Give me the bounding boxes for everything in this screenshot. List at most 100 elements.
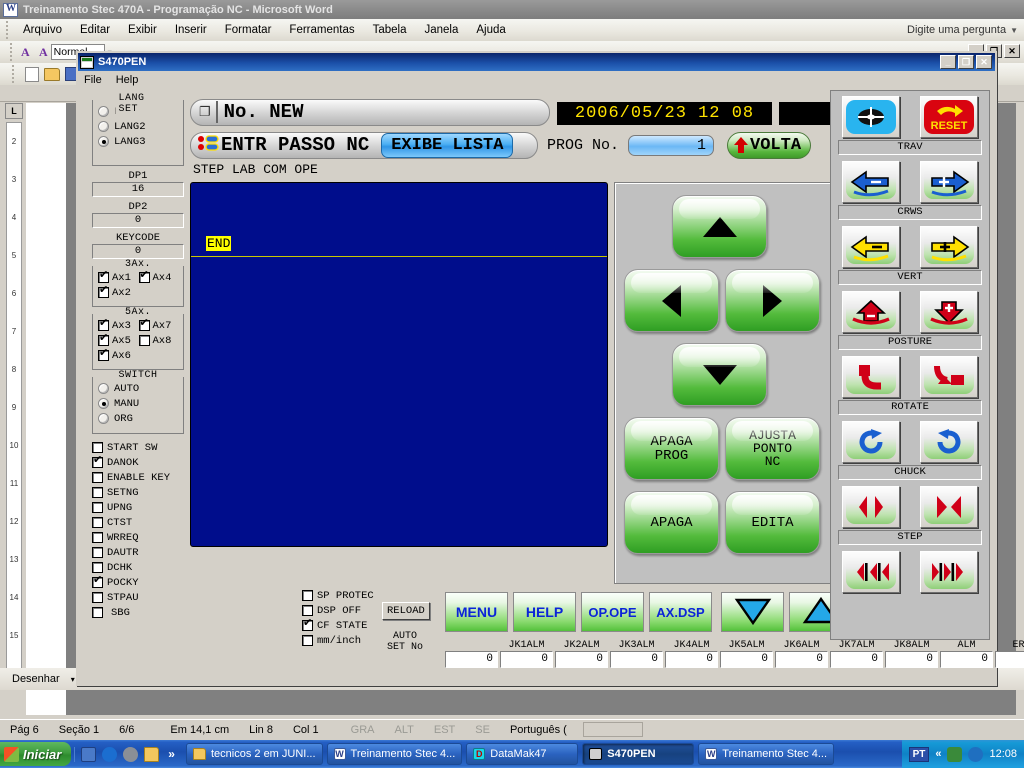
chuck-open-button[interactable]: [842, 486, 900, 528]
prog-name-field[interactable]: ❐ No. NEW: [190, 98, 550, 126]
radio-lang3-icon[interactable]: [98, 136, 109, 147]
checkbox-mm-inch[interactable]: mm/inch: [302, 633, 394, 648]
network-icon[interactable]: [947, 746, 963, 762]
vert-left-button[interactable]: [842, 226, 900, 268]
menu-ajuda[interactable]: Ajuda: [467, 22, 514, 38]
checkbox-dautr[interactable]: DAUTR: [92, 545, 184, 560]
rotate-right-button[interactable]: [920, 356, 978, 398]
radio-org[interactable]: ORG: [98, 411, 179, 426]
checkbox-danok-icon[interactable]: [92, 455, 103, 468]
posture-down-button[interactable]: [920, 291, 978, 333]
checkbox-ax7-icon[interactable]: [138, 318, 150, 331]
checkbox-ax8[interactable]: Ax8: [138, 333, 180, 348]
checkbox-sp-protec-icon[interactable]: [302, 590, 313, 601]
nav-up-button[interactable]: [672, 195, 767, 258]
checkbox-ax3-icon[interactable]: [98, 318, 109, 331]
checkbox-pocky[interactable]: POCKY: [92, 575, 184, 590]
internet-explorer-icon[interactable]: [102, 746, 118, 762]
help-button[interactable]: HELP: [513, 592, 576, 632]
program-line-row[interactable]: END: [206, 236, 232, 251]
start-button[interactable]: Iniciar: [0, 742, 72, 766]
checkbox-start-sw-icon[interactable]: [92, 442, 103, 453]
taskbar-item-datamak47[interactable]: D DataMak47: [466, 743, 579, 765]
taskbar-item-s470pen[interactable]: S470PEN: [582, 743, 695, 765]
show-desktop-icon[interactable]: [81, 746, 97, 762]
checkbox-ax8-icon[interactable]: [138, 335, 150, 346]
chuck-close-button[interactable]: [920, 486, 978, 528]
new-document-icon[interactable]: [25, 66, 39, 82]
language-indicator[interactable]: PT: [908, 746, 930, 762]
ax-dsp-button[interactable]: AX.DSP: [649, 592, 712, 632]
ajusta-ponto-nc-button[interactable]: AJUSTA PONTO NC: [725, 417, 820, 480]
checkbox-enable-key[interactable]: ENABLE KEY: [92, 470, 184, 485]
status-language[interactable]: Português (: [500, 724, 577, 736]
checkbox-dsp-off[interactable]: DSP OFF: [302, 603, 394, 618]
antivirus-icon[interactable]: [968, 746, 984, 762]
alarm-value[interactable]: 0: [610, 651, 663, 668]
checkbox-ax5-icon[interactable]: [98, 333, 109, 346]
nav-right-button[interactable]: [725, 269, 820, 332]
checkbox-ax2[interactable]: Ax2: [98, 285, 139, 300]
media-player-icon[interactable]: [123, 746, 139, 762]
scroll-down-button[interactable]: [721, 592, 784, 632]
checkbox-dautr-icon[interactable]: [92, 547, 103, 558]
checkbox-wrreq-icon[interactable]: [92, 532, 103, 543]
radio-lang2-icon[interactable]: [98, 121, 109, 132]
menu-inserir[interactable]: Inserir: [166, 22, 216, 38]
menubar-grip[interactable]: [3, 21, 11, 39]
posture-up-button[interactable]: [842, 291, 900, 333]
tray-clock[interactable]: 12:08: [989, 748, 1017, 760]
checkbox-ax6[interactable]: Ax6: [98, 348, 139, 363]
radio-manu[interactable]: MANU: [98, 396, 179, 411]
radio-manu-icon[interactable]: [98, 398, 109, 409]
radio-lang3[interactable]: LANG3: [98, 134, 179, 149]
ask-dropdown-icon[interactable]: ▼: [1010, 26, 1018, 35]
apaga-prog-button[interactable]: APAGA PROG: [624, 417, 719, 480]
status-se[interactable]: SE: [465, 724, 500, 736]
checkbox-ax3[interactable]: Ax3: [98, 318, 139, 333]
trav-left-button[interactable]: [842, 96, 900, 138]
checkbox-wrreq[interactable]: WRREQ: [92, 530, 184, 545]
checkbox-setng-icon[interactable]: [92, 487, 103, 498]
vert-right-button[interactable]: [920, 226, 978, 268]
tab-stop-selector[interactable]: L: [5, 103, 23, 119]
alarm-value[interactable]: 0: [995, 651, 1024, 668]
checkbox-start-sw[interactable]: START SW: [92, 440, 184, 455]
checkbox-sbg[interactable]: SBG: [92, 605, 184, 620]
checkbox-sp-protec[interactable]: SP PROTEC: [302, 588, 394, 603]
taskbar-item-tecnicos[interactable]: tecnicos 2 em JUNI...: [185, 743, 323, 765]
checkbox-ctst[interactable]: CTST: [92, 515, 184, 530]
checkbox-dchk[interactable]: DCHK: [92, 560, 184, 575]
checkbox-dsp-off-icon[interactable]: [302, 605, 313, 616]
alarm-value[interactable]: 0: [665, 651, 718, 668]
toolbar-grip[interactable]: [7, 43, 15, 61]
checkbox-sbg-icon[interactable]: [92, 607, 103, 618]
alarm-value[interactable]: 0: [500, 651, 553, 668]
dp2-value[interactable]: 0: [92, 213, 184, 228]
menu-exibir[interactable]: Exibir: [119, 22, 166, 38]
nav-down-button[interactable]: [672, 343, 767, 406]
taskbar-item-word-2[interactable]: W Treinamento Stec 4...: [698, 743, 835, 765]
program-display[interactable]: END: [190, 182, 608, 547]
taskbar-item-word-1[interactable]: W Treinamento Stec 4...: [326, 743, 463, 765]
checkbox-upng[interactable]: UPNG: [92, 500, 184, 515]
radio-lang2[interactable]: LANG2: [98, 119, 179, 134]
menu-button[interactable]: MENU: [445, 592, 508, 632]
checkbox-ax7[interactable]: Ax7: [138, 318, 180, 333]
checkbox-ax6-icon[interactable]: [98, 348, 109, 361]
status-alt[interactable]: ALT: [385, 724, 424, 736]
open-document-icon[interactable]: [44, 67, 60, 81]
s470-minimize-button[interactable]: _: [940, 55, 956, 69]
status-est[interactable]: EST: [424, 724, 465, 736]
step-back-button[interactable]: [842, 551, 900, 593]
checkbox-ctst-icon[interactable]: [92, 517, 103, 528]
radio-org-icon[interactable]: [98, 413, 109, 424]
alarm-value[interactable]: 0: [940, 651, 993, 668]
checkbox-ax1-icon[interactable]: [98, 270, 109, 283]
checkbox-cf-state-icon[interactable]: [302, 618, 313, 631]
auto-setno-value[interactable]: 0: [445, 651, 498, 668]
checkbox-ax5[interactable]: Ax5: [98, 333, 139, 348]
chuck-cw-button[interactable]: [842, 421, 900, 463]
radio-lang1-icon[interactable]: [98, 106, 109, 117]
s470-close-button[interactable]: ✕: [976, 55, 992, 69]
